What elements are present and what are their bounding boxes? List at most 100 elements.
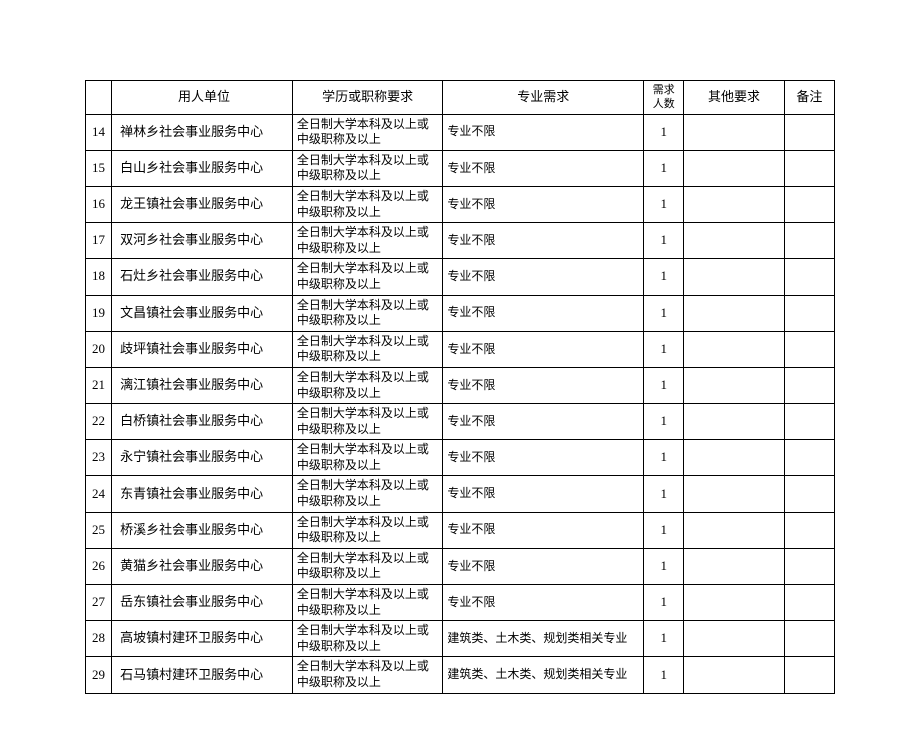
cell-index: 15 [86, 150, 112, 186]
table-row: 17双河乡社会事业服务中心全日制大学本科及以上或中级职称及以上专业不限1 [86, 223, 835, 259]
cell-number: 1 [644, 367, 684, 403]
cell-employer: 石灶乡社会事业服务中心 [112, 259, 293, 295]
cell-other [684, 331, 784, 367]
cell-other [684, 367, 784, 403]
cell-major: 专业不限 [443, 223, 644, 259]
cell-index: 14 [86, 114, 112, 150]
cell-other [684, 548, 784, 584]
cell-other [684, 223, 784, 259]
cell-number: 1 [644, 186, 684, 222]
cell-education: 全日制大学本科及以上或中级职称及以上 [292, 657, 443, 693]
cell-note [784, 367, 834, 403]
cell-other [684, 621, 784, 657]
cell-index: 25 [86, 512, 112, 548]
cell-number: 1 [644, 476, 684, 512]
table-row: 20歧坪镇社会事业服务中心全日制大学本科及以上或中级职称及以上专业不限1 [86, 331, 835, 367]
cell-number: 1 [644, 657, 684, 693]
cell-education: 全日制大学本科及以上或中级职称及以上 [292, 476, 443, 512]
cell-number: 1 [644, 512, 684, 548]
cell-major: 专业不限 [443, 440, 644, 476]
cell-note [784, 150, 834, 186]
header-major: 专业需求 [443, 81, 644, 115]
cell-other [684, 440, 784, 476]
table-row: 19文昌镇社会事业服务中心全日制大学本科及以上或中级职称及以上专业不限1 [86, 295, 835, 331]
table-row: 16龙王镇社会事业服务中心全日制大学本科及以上或中级职称及以上专业不限1 [86, 186, 835, 222]
cell-employer: 石马镇村建环卫服务中心 [112, 657, 293, 693]
cell-number: 1 [644, 223, 684, 259]
cell-employer: 禅林乡社会事业服务中心 [112, 114, 293, 150]
cell-number: 1 [644, 440, 684, 476]
cell-employer: 漓江镇社会事业服务中心 [112, 367, 293, 403]
cell-number: 1 [644, 114, 684, 150]
table-row: 18石灶乡社会事业服务中心全日制大学本科及以上或中级职称及以上专业不限1 [86, 259, 835, 295]
table-header-row: 用人单位 学历或职称要求 专业需求 需求人数 其他要求 备注 [86, 81, 835, 115]
cell-other [684, 476, 784, 512]
cell-number: 1 [644, 404, 684, 440]
cell-education: 全日制大学本科及以上或中级职称及以上 [292, 404, 443, 440]
table-row: 22白桥镇社会事业服务中心全日制大学本科及以上或中级职称及以上专业不限1 [86, 404, 835, 440]
cell-number: 1 [644, 548, 684, 584]
cell-education: 全日制大学本科及以上或中级职称及以上 [292, 548, 443, 584]
cell-major: 专业不限 [443, 404, 644, 440]
cell-note [784, 186, 834, 222]
table-row: 23永宁镇社会事业服务中心全日制大学本科及以上或中级职称及以上专业不限1 [86, 440, 835, 476]
cell-employer: 双河乡社会事业服务中心 [112, 223, 293, 259]
cell-index: 20 [86, 331, 112, 367]
cell-other [684, 114, 784, 150]
cell-employer: 东青镇社会事业服务中心 [112, 476, 293, 512]
cell-major: 专业不限 [443, 331, 644, 367]
cell-major: 建筑类、土木类、规划类相关专业 [443, 621, 644, 657]
cell-other [684, 295, 784, 331]
cell-number: 1 [644, 295, 684, 331]
cell-index: 26 [86, 548, 112, 584]
cell-note [784, 621, 834, 657]
cell-major: 专业不限 [443, 585, 644, 621]
cell-major: 专业不限 [443, 367, 644, 403]
cell-index: 23 [86, 440, 112, 476]
cell-note [784, 512, 834, 548]
cell-number: 1 [644, 259, 684, 295]
cell-employer: 高坡镇村建环卫服务中心 [112, 621, 293, 657]
cell-other [684, 259, 784, 295]
cell-other [684, 186, 784, 222]
cell-note [784, 404, 834, 440]
table-body: 14禅林乡社会事业服务中心全日制大学本科及以上或中级职称及以上专业不限115白山… [86, 114, 835, 693]
cell-employer: 岳东镇社会事业服务中心 [112, 585, 293, 621]
cell-other [684, 404, 784, 440]
cell-major: 专业不限 [443, 476, 644, 512]
table-row: 28高坡镇村建环卫服务中心全日制大学本科及以上或中级职称及以上建筑类、土木类、规… [86, 621, 835, 657]
cell-index: 28 [86, 621, 112, 657]
cell-other [684, 585, 784, 621]
cell-major: 专业不限 [443, 512, 644, 548]
table-row: 21漓江镇社会事业服务中心全日制大学本科及以上或中级职称及以上专业不限1 [86, 367, 835, 403]
cell-number: 1 [644, 331, 684, 367]
cell-index: 17 [86, 223, 112, 259]
cell-employer: 永宁镇社会事业服务中心 [112, 440, 293, 476]
table-row: 29石马镇村建环卫服务中心全日制大学本科及以上或中级职称及以上建筑类、土木类、规… [86, 657, 835, 693]
cell-major: 专业不限 [443, 259, 644, 295]
cell-index: 16 [86, 186, 112, 222]
table-row: 25桥溪乡社会事业服务中心全日制大学本科及以上或中级职称及以上专业不限1 [86, 512, 835, 548]
cell-major: 专业不限 [443, 548, 644, 584]
cell-education: 全日制大学本科及以上或中级职称及以上 [292, 512, 443, 548]
table-row: 26黄猫乡社会事业服务中心全日制大学本科及以上或中级职称及以上专业不限1 [86, 548, 835, 584]
cell-education: 全日制大学本科及以上或中级职称及以上 [292, 621, 443, 657]
cell-major: 专业不限 [443, 150, 644, 186]
cell-index: 24 [86, 476, 112, 512]
cell-education: 全日制大学本科及以上或中级职称及以上 [292, 150, 443, 186]
cell-education: 全日制大学本科及以上或中级职称及以上 [292, 259, 443, 295]
recruitment-table: 用人单位 学历或职称要求 专业需求 需求人数 其他要求 备注 14禅林乡社会事业… [85, 80, 835, 694]
cell-education: 全日制大学本科及以上或中级职称及以上 [292, 331, 443, 367]
table-row: 14禅林乡社会事业服务中心全日制大学本科及以上或中级职称及以上专业不限1 [86, 114, 835, 150]
header-index [86, 81, 112, 115]
cell-note [784, 585, 834, 621]
cell-employer: 文昌镇社会事业服务中心 [112, 295, 293, 331]
cell-note [784, 476, 834, 512]
cell-education: 全日制大学本科及以上或中级职称及以上 [292, 440, 443, 476]
cell-note [784, 223, 834, 259]
cell-employer: 龙王镇社会事业服务中心 [112, 186, 293, 222]
cell-education: 全日制大学本科及以上或中级职称及以上 [292, 223, 443, 259]
cell-index: 27 [86, 585, 112, 621]
table-row: 27岳东镇社会事业服务中心全日制大学本科及以上或中级职称及以上专业不限1 [86, 585, 835, 621]
cell-employer: 黄猫乡社会事业服务中心 [112, 548, 293, 584]
